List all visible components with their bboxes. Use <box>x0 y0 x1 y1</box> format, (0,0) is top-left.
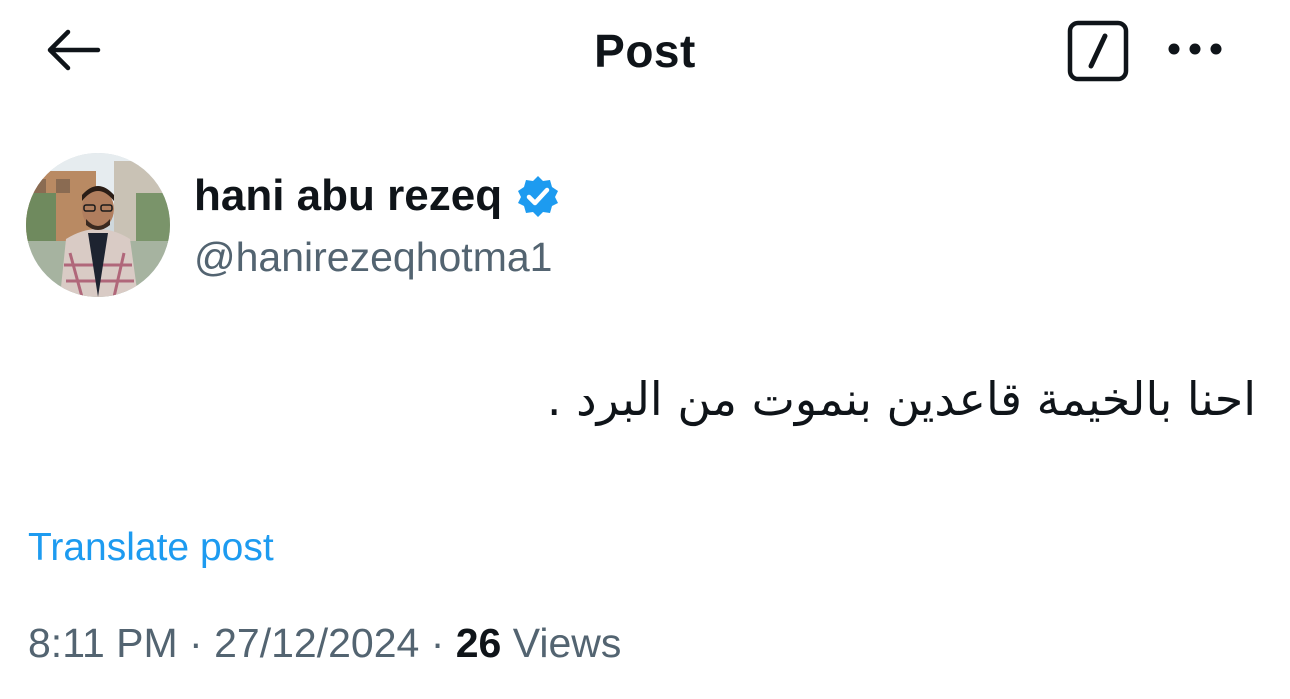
author-name-row: hani abu rezeq <box>194 166 560 226</box>
more-button[interactable] <box>1160 26 1230 72</box>
more-horizontal-icon <box>1168 43 1222 55</box>
verified-badge-icon <box>516 174 560 218</box>
grok-button[interactable] <box>1064 18 1132 84</box>
post-time[interactable]: 8:11 PM <box>28 620 178 666</box>
translate-post-link[interactable]: Translate post <box>28 526 274 570</box>
author-handle[interactable]: @hanirezeqhotma1 <box>194 234 560 281</box>
top-bar: Post <box>0 0 1290 100</box>
views-count: 26 <box>455 620 502 666</box>
post-metadata: 8:11 PM · 27/12/2024 · 26 Views <box>28 620 621 667</box>
meta-separator: · <box>177 620 215 666</box>
profile-photo <box>26 153 170 297</box>
avatar[interactable] <box>26 153 170 297</box>
views-label: Views <box>501 620 622 666</box>
meta-separator: · <box>419 620 456 666</box>
post-date[interactable]: 27/12/2024 <box>214 620 419 666</box>
author-display-name[interactable]: hani abu rezeq <box>194 171 502 221</box>
post-text: احنا بالخيمة قاعدين بنموت من البرد . <box>546 372 1256 426</box>
grok-slash-icon <box>1067 20 1129 82</box>
author-block: hani abu rezeq @hanirezeqhotma1 <box>194 166 560 281</box>
